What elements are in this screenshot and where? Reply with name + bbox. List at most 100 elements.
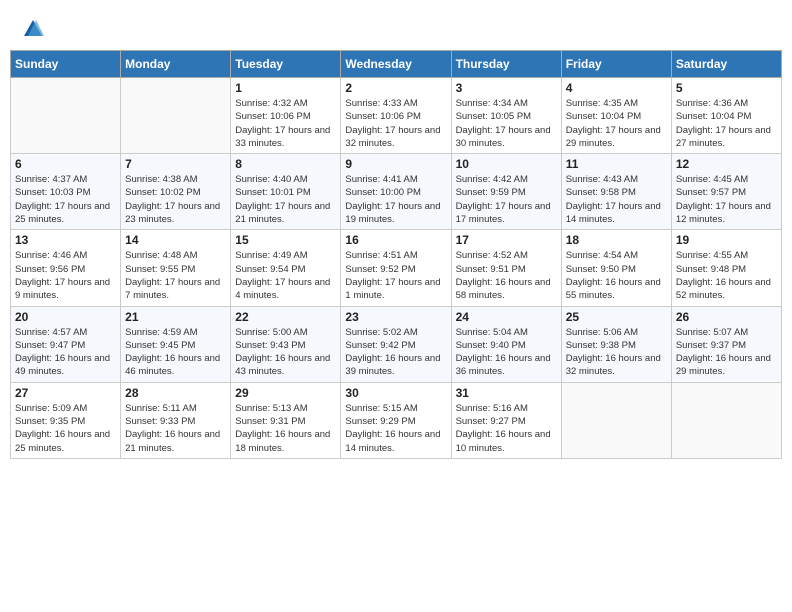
day-number: 8 — [235, 157, 336, 171]
page-header — [10, 10, 782, 44]
calendar-cell: 23 Sunrise: 5:02 AM Sunset: 9:42 PM Dayli… — [341, 306, 451, 382]
day-info: Sunrise: 4:46 AM Sunset: 9:56 PM Dayligh… — [15, 249, 116, 302]
day-info: Sunrise: 4:49 AM Sunset: 9:54 PM Dayligh… — [235, 249, 336, 302]
calendar-cell: 26Sunrise: 5:07 AM Sunset: 9:37 PM Dayli… — [671, 306, 781, 382]
day-info: Sunrise: 5:15 AM Sunset: 9:29 PM Dayligh… — [345, 402, 446, 455]
calendar-cell: 30Sunrise: 5:15 AM Sunset: 9:29 PM Dayli… — [341, 382, 451, 458]
day-number: 29 — [235, 386, 336, 400]
day-number: 2 — [345, 81, 446, 95]
calendar-cell — [671, 382, 781, 458]
day-info: Sunrise: 4:40 AM Sunset: 10:01 PM Daylig… — [235, 173, 336, 226]
day-number: 27 — [15, 386, 116, 400]
day-info: Sunrise: 5:02 AM Sunset: 9:42 PM Dayligh… — [345, 326, 446, 379]
calendar-cell: 15 Sunrise: 4:49 AM Sunset: 9:54 PM Dayli… — [231, 230, 341, 306]
day-number: 1 — [235, 81, 336, 95]
day-number: 16 — [345, 233, 446, 247]
calendar-cell: 14 Sunrise: 4:48 AM Sunset: 9:55 PM Dayli… — [121, 230, 231, 306]
calendar-cell: 27Sunrise: 5:09 AM Sunset: 9:35 PM Dayli… — [11, 382, 121, 458]
day-number: 7 — [125, 157, 226, 171]
day-info: Sunrise: 4:59 AM Sunset: 9:45 PM Dayligh… — [125, 326, 226, 379]
day-number: 5 — [676, 81, 777, 95]
day-number: 21 — [125, 310, 226, 324]
calendar-cell — [11, 78, 121, 154]
day-number: 18 — [566, 233, 667, 247]
day-info: Sunrise: 5:06 AM Sunset: 9:38 PM Dayligh… — [566, 326, 667, 379]
calendar-cell: 8 Sunrise: 4:40 AM Sunset: 10:01 PM Dayli… — [231, 154, 341, 230]
day-number: 13 — [15, 233, 116, 247]
calendar-cell: 28Sunrise: 5:11 AM Sunset: 9:33 PM Dayli… — [121, 382, 231, 458]
calendar-cell — [561, 382, 671, 458]
day-number: 20 — [15, 310, 116, 324]
day-info: Sunrise: 5:11 AM Sunset: 9:33 PM Dayligh… — [125, 402, 226, 455]
day-info: Sunrise: 4:35 AM Sunset: 10:04 PM Daylig… — [566, 97, 667, 150]
calendar-cell: 16 Sunrise: 4:51 AM Sunset: 9:52 PM Dayli… — [341, 230, 451, 306]
day-info: Sunrise: 4:33 AM Sunset: 10:06 PM Daylig… — [345, 97, 446, 150]
weekday-header-monday: Monday — [121, 51, 231, 78]
day-info: Sunrise: 5:04 AM Sunset: 9:40 PM Dayligh… — [456, 326, 557, 379]
day-number: 31 — [456, 386, 557, 400]
day-number: 14 — [125, 233, 226, 247]
day-info: Sunrise: 4:51 AM Sunset: 9:52 PM Dayligh… — [345, 249, 446, 302]
day-info: Sunrise: 4:37 AM Sunset: 10:03 PM Daylig… — [15, 173, 116, 226]
day-number: 9 — [345, 157, 446, 171]
day-info: Sunrise: 4:54 AM Sunset: 9:50 PM Dayligh… — [566, 249, 667, 302]
calendar-cell: 25 Sunrise: 5:06 AM Sunset: 9:38 PM Dayli… — [561, 306, 671, 382]
day-number: 25 — [566, 310, 667, 324]
weekday-header-row: SundayMondayTuesdayWednesdayThursdayFrid… — [11, 51, 782, 78]
weekday-header-tuesday: Tuesday — [231, 51, 341, 78]
day-number: 6 — [15, 157, 116, 171]
day-number: 22 — [235, 310, 336, 324]
calendar-cell: 13 Sunrise: 4:46 AM Sunset: 9:56 PM Dayli… — [11, 230, 121, 306]
day-info: Sunrise: 4:45 AM Sunset: 9:57 PM Dayligh… — [676, 173, 777, 226]
calendar-cell: 24 Sunrise: 5:04 AM Sunset: 9:40 PM Dayli… — [451, 306, 561, 382]
weekday-header-sunday: Sunday — [11, 51, 121, 78]
day-number: 15 — [235, 233, 336, 247]
logo — [20, 18, 44, 40]
calendar-cell: 10Sunrise: 4:42 AM Sunset: 9:59 PM Dayli… — [451, 154, 561, 230]
calendar-cell: 3Sunrise: 4:34 AM Sunset: 10:05 PM Dayli… — [451, 78, 561, 154]
day-info: Sunrise: 5:16 AM Sunset: 9:27 PM Dayligh… — [456, 402, 557, 455]
day-info: Sunrise: 4:43 AM Sunset: 9:58 PM Dayligh… — [566, 173, 667, 226]
week-row-4: 20 Sunrise: 4:57 AM Sunset: 9:47 PM Dayli… — [11, 306, 782, 382]
week-row-3: 13 Sunrise: 4:46 AM Sunset: 9:56 PM Dayli… — [11, 230, 782, 306]
day-info: Sunrise: 4:36 AM Sunset: 10:04 PM Daylig… — [676, 97, 777, 150]
calendar-cell: 9 Sunrise: 4:41 AM Sunset: 10:00 PM Dayli… — [341, 154, 451, 230]
day-number: 17 — [456, 233, 557, 247]
day-info: Sunrise: 4:38 AM Sunset: 10:02 PM Daylig… — [125, 173, 226, 226]
day-info: Sunrise: 4:52 AM Sunset: 9:51 PM Dayligh… — [456, 249, 557, 302]
calendar-cell — [121, 78, 231, 154]
day-info: Sunrise: 4:48 AM Sunset: 9:55 PM Dayligh… — [125, 249, 226, 302]
weekday-header-saturday: Saturday — [671, 51, 781, 78]
week-row-5: 27Sunrise: 5:09 AM Sunset: 9:35 PM Dayli… — [11, 382, 782, 458]
day-info: Sunrise: 4:57 AM Sunset: 9:47 PM Dayligh… — [15, 326, 116, 379]
weekday-header-wednesday: Wednesday — [341, 51, 451, 78]
weekday-header-friday: Friday — [561, 51, 671, 78]
day-info: Sunrise: 5:07 AM Sunset: 9:37 PM Dayligh… — [676, 326, 777, 379]
logo-icon — [22, 18, 44, 40]
calendar-cell: 17 Sunrise: 4:52 AM Sunset: 9:51 PM Dayli… — [451, 230, 561, 306]
day-info: Sunrise: 4:41 AM Sunset: 10:00 PM Daylig… — [345, 173, 446, 226]
calendar-cell: 19Sunrise: 4:55 AM Sunset: 9:48 PM Dayli… — [671, 230, 781, 306]
day-number: 11 — [566, 157, 667, 171]
calendar-cell: 6 Sunrise: 4:37 AM Sunset: 10:03 PM Dayli… — [11, 154, 121, 230]
calendar-cell: 31 Sunrise: 5:16 AM Sunset: 9:27 PM Dayli… — [451, 382, 561, 458]
day-info: Sunrise: 4:55 AM Sunset: 9:48 PM Dayligh… — [676, 249, 777, 302]
calendar-cell: 12Sunrise: 4:45 AM Sunset: 9:57 PM Dayli… — [671, 154, 781, 230]
day-info: Sunrise: 5:13 AM Sunset: 9:31 PM Dayligh… — [235, 402, 336, 455]
calendar-cell: 21 Sunrise: 4:59 AM Sunset: 9:45 PM Dayli… — [121, 306, 231, 382]
calendar-cell: 29 Sunrise: 5:13 AM Sunset: 9:31 PM Dayli… — [231, 382, 341, 458]
day-number: 4 — [566, 81, 667, 95]
calendar-cell: 1 Sunrise: 4:32 AM Sunset: 10:06 PM Dayli… — [231, 78, 341, 154]
calendar-cell: 2 Sunrise: 4:33 AM Sunset: 10:06 PM Dayli… — [341, 78, 451, 154]
week-row-1: 1 Sunrise: 4:32 AM Sunset: 10:06 PM Dayli… — [11, 78, 782, 154]
week-row-2: 6 Sunrise: 4:37 AM Sunset: 10:03 PM Dayli… — [11, 154, 782, 230]
day-info: Sunrise: 4:34 AM Sunset: 10:05 PM Daylig… — [456, 97, 557, 150]
calendar-cell: 22 Sunrise: 5:00 AM Sunset: 9:43 PM Dayli… — [231, 306, 341, 382]
day-number: 24 — [456, 310, 557, 324]
calendar-cell: 7 Sunrise: 4:38 AM Sunset: 10:02 PM Dayli… — [121, 154, 231, 230]
day-number: 10 — [456, 157, 557, 171]
day-info: Sunrise: 4:32 AM Sunset: 10:06 PM Daylig… — [235, 97, 336, 150]
calendar-cell: 18 Sunrise: 4:54 AM Sunset: 9:50 PM Dayli… — [561, 230, 671, 306]
day-number: 23 — [345, 310, 446, 324]
day-info: Sunrise: 5:00 AM Sunset: 9:43 PM Dayligh… — [235, 326, 336, 379]
